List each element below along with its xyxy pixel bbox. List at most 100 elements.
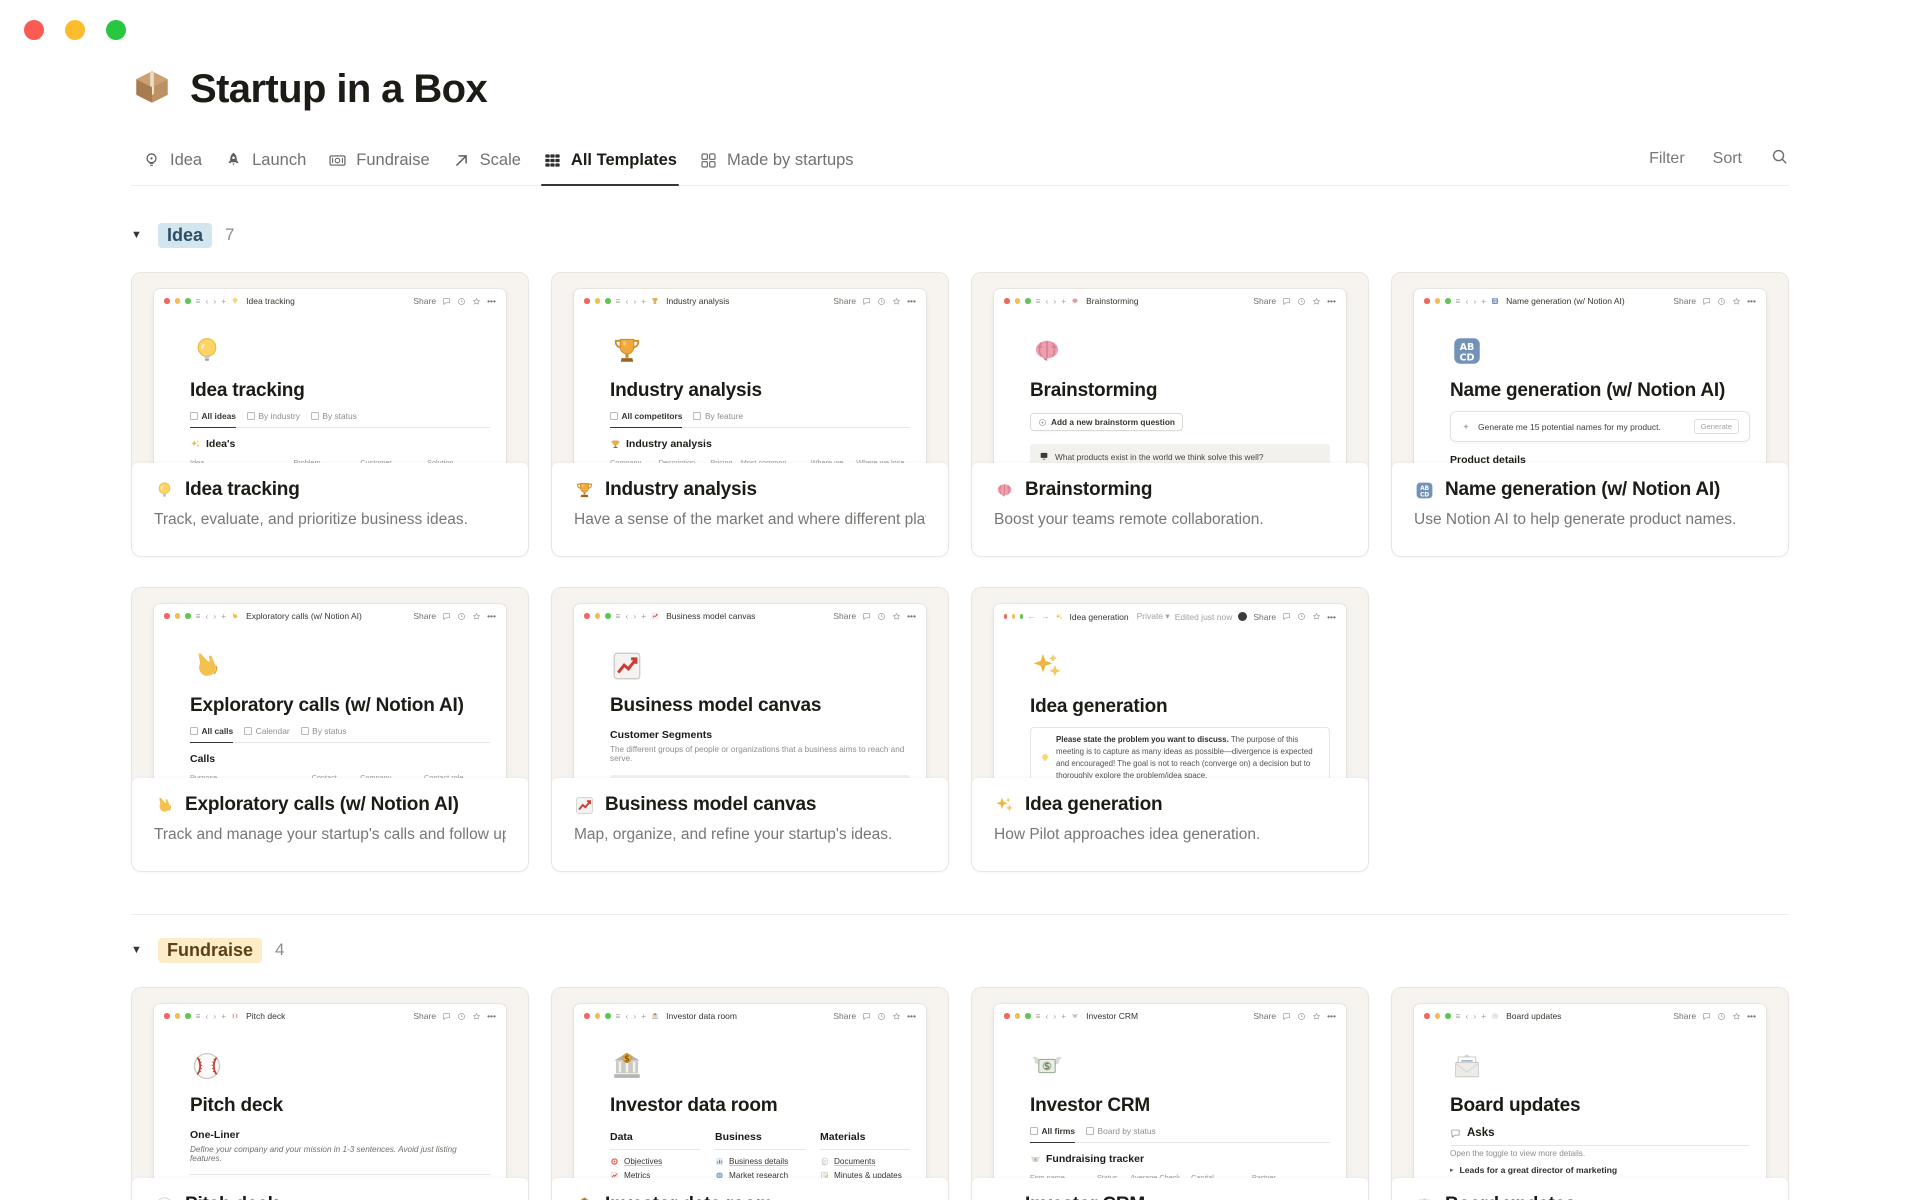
nav-bar: Idea Launch Fundraise Scale All Templates Mad… — [131, 141, 1789, 186]
mini-column: Materials Documents Minutes & updates — [820, 1131, 910, 1185]
mini-nav-glyph: + — [1481, 1010, 1487, 1021]
mini-view-tab: By status — [311, 411, 356, 427]
mini-traffic-dot — [594, 613, 600, 619]
template-card-title: Idea generation — [994, 794, 1346, 816]
template-card-footer: $ Investor CRM — [972, 1178, 1368, 1200]
bank-icon: $ — [651, 1012, 659, 1020]
template-card-business-model-canvas[interactable]: ≡ ‹ › + Business model canvas Share ••• Busines… — [551, 587, 949, 872]
template-card-industry-analysis[interactable]: ≡ ‹ › + Industry analysis Share ••• Industry an… — [551, 272, 949, 557]
template-preview-body: AB CD Name generation (w/ Notion AI) Genera… — [1414, 310, 1766, 483]
bulb-mono-icon — [142, 151, 161, 170]
template-card-title: AB CD Name generation (w/ Notion AI) — [1414, 479, 1766, 501]
template-card-pitch-deck[interactable]: ≡ ‹ › + Pitch deck Share ••• Pitch deck One-Line… — [131, 987, 529, 1200]
mini-share-label: Share — [833, 611, 857, 621]
template-card-exploratory-calls-w-notion-ai[interactable]: ≡ ‹ › + Exploratory calls (w/ Notion AI) Shar… — [131, 587, 529, 872]
zoom-button[interactable] — [106, 20, 126, 40]
sparkles-icon — [1030, 650, 1064, 684]
mini-share-label: Share — [1673, 1011, 1697, 1021]
template-card-footer: Pitch deck — [132, 1178, 528, 1200]
section-toggle-icon[interactable]: ▼ — [131, 229, 145, 241]
tab-launch[interactable]: Launch — [213, 141, 317, 185]
template-card-brainstorming[interactable]: ≡ ‹ › + Brainstorming Share ••• Brainstorming Ad… — [971, 272, 1369, 557]
abcd-icon: AB CD — [1414, 480, 1435, 501]
nav-controls: Filter Sort — [1649, 147, 1789, 185]
mini-traffic-dot — [164, 613, 170, 619]
speech-icon — [1702, 1012, 1711, 1021]
star-icon — [472, 297, 481, 306]
template-card-title: $ Investor data room — [574, 1194, 926, 1200]
mini-page-link-label: Objectives — [624, 1157, 663, 1166]
mini-traffic-dot — [605, 1013, 611, 1019]
tab-label: Scale — [479, 151, 521, 169]
mini-page-heading: Brainstorming — [1030, 380, 1158, 401]
mini-page-title: Name generation (w/ Notion AI) — [1506, 296, 1625, 306]
tab-scale[interactable]: Scale — [441, 141, 532, 185]
mini-traffic-dot — [174, 1013, 180, 1019]
mini-nav-glyph: ≡ — [195, 295, 201, 306]
mini-view-tab: All calls — [190, 726, 234, 743]
mini-nav-glyph: › — [633, 1010, 637, 1021]
money-wings-icon: $ — [1071, 1012, 1079, 1020]
mini-page-title: Exploratory calls (w/ Notion AI) — [246, 611, 362, 621]
template-card-idea-tracking[interactable]: ≡ ‹ › + Idea tracking Share ••• Idea tracking Al… — [131, 272, 529, 557]
template-card-title-text: Exploratory calls (w/ Notion AI) — [185, 794, 459, 815]
mini-chrome-actions: Share ••• — [833, 611, 916, 621]
filter-button[interactable]: Filter — [1649, 150, 1685, 168]
clock-icon — [877, 297, 886, 306]
template-card-title-text: Board updates — [1445, 1194, 1576, 1200]
tab-all-templates[interactable]: All Templates — [532, 141, 688, 186]
tab-idea[interactable]: Idea — [131, 141, 213, 185]
minimize-button[interactable] — [65, 20, 85, 40]
mini-chrome-actions: Share ••• — [1253, 296, 1336, 306]
mini-ai-prompt: Generate me 15 potential names for my pr… — [1450, 411, 1750, 442]
baseball-icon — [190, 1049, 224, 1083]
mini-page-heading: Business model canvas — [610, 695, 822, 716]
mini-traffic-dot — [594, 1013, 600, 1019]
mini-nav-glyph: › — [1053, 295, 1057, 306]
tab-made-by-startups[interactable]: Made by startups — [688, 141, 865, 185]
sort-button[interactable]: Sort — [1713, 150, 1742, 168]
tab-fundraise[interactable]: Fundraise — [317, 141, 440, 185]
baseball-icon — [231, 1012, 239, 1020]
mini-view-tab: All firms — [1030, 1126, 1076, 1143]
sparkles-icon — [1055, 613, 1063, 621]
section-toggle-icon[interactable]: ▼ — [131, 944, 145, 956]
mini-chrome-actions: Share ••• — [413, 1011, 496, 1021]
mini-page-link-label: Documents — [834, 1157, 876, 1166]
template-card-investor-crm[interactable]: ≡ ‹ › + $ Investor CRM Share ••• $ Investor CRM Al… — [971, 987, 1369, 1200]
abcd-icon: AB CD — [1450, 334, 1484, 368]
mini-nav-glyph: → — [1041, 611, 1050, 622]
mini-traffic-dot — [1004, 298, 1010, 304]
mini-view-tab: By industry — [247, 411, 299, 427]
mini-nav-glyph: ≡ — [615, 1010, 621, 1021]
mini-nav-glyph: + — [221, 610, 227, 621]
package-icon — [131, 66, 173, 113]
mini-nav-glyph: › — [1053, 1010, 1057, 1021]
close-button[interactable] — [24, 20, 44, 40]
section-count: 4 — [275, 940, 285, 959]
mini-traffic-dot — [605, 298, 611, 304]
template-card-description: Have a sense of the market and where dif… — [574, 511, 926, 528]
mini-section-title: Calls — [190, 753, 494, 765]
search-icon — [1770, 147, 1789, 166]
brain-icon — [1030, 334, 1064, 368]
mini-nav-glyph: + — [1481, 295, 1487, 306]
pages-icon — [820, 1157, 829, 1166]
template-card-idea-generation[interactable]: ← → Idea generation Private ▾ Edited just no… — [971, 587, 1369, 872]
mini-edited-label: Edited just now — [1174, 611, 1233, 622]
template-card-board-updates[interactable]: ≡ ‹ › + Board updates Share ••• Board updates As… — [1391, 987, 1789, 1200]
template-card-name-generation-w-notion-ai[interactable]: ≡ ‹ › + AB CD Name generation (w/ Notion AI) Sh… — [1391, 272, 1789, 557]
search-icon[interactable] — [1770, 147, 1789, 171]
template-card-investor-data-room[interactable]: ≡ ‹ › + $ Investor data room Share ••• $ Investor… — [551, 987, 949, 1200]
star-icon — [892, 1012, 901, 1021]
mini-more-icon: ••• — [907, 1011, 916, 1021]
mini-share-label: Share — [833, 1011, 857, 1021]
mini-page-heading: Exploratory calls (w/ Notion AI) — [190, 695, 464, 716]
mini-button-label: Add a new brainstorm question — [1051, 417, 1176, 427]
mini-nav-glyph: ≡ — [1035, 1010, 1041, 1021]
mini-button: Add a new brainstorm question — [1030, 413, 1184, 431]
speech-icon — [862, 1012, 871, 1021]
mini-page-title: Board updates — [1506, 1011, 1562, 1021]
sparkles-icon — [190, 439, 201, 450]
svg-text:CD: CD — [1493, 301, 1497, 304]
